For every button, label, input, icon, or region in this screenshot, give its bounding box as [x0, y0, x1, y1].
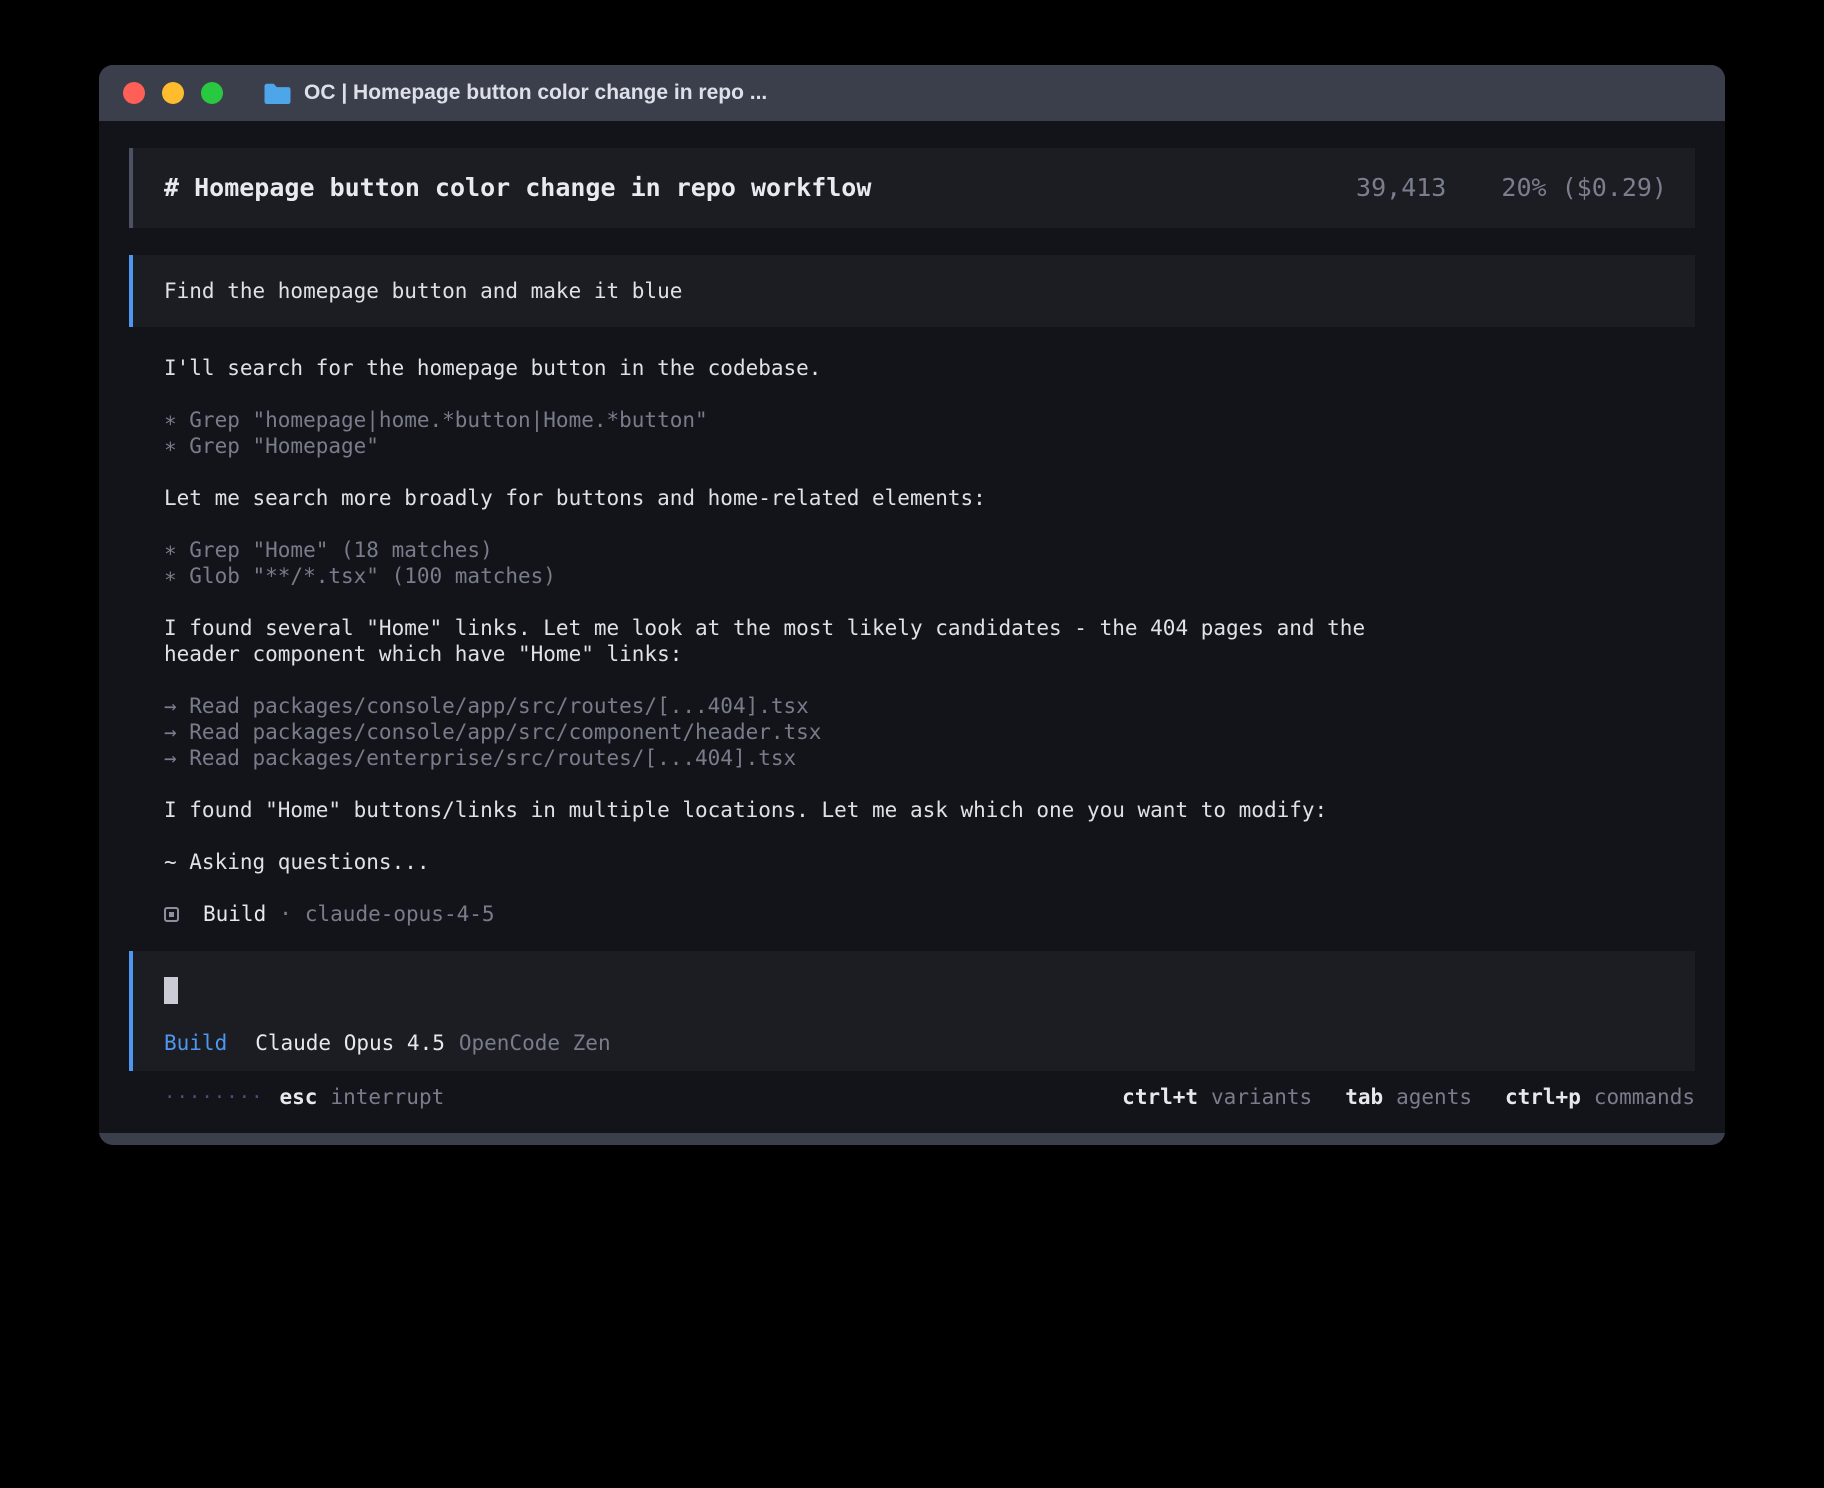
keybind-hint-commands: ctrl+p commands — [1505, 1084, 1695, 1110]
tool-calls: ∗ Grep "homepage|home.*button|Home.*butt… — [164, 407, 1695, 459]
window-title-group: OC | Homepage button color change in rep… — [263, 81, 767, 105]
keybind-key: ctrl+p — [1505, 1084, 1581, 1110]
session-stats: 39,413 20% ($0.29) — [1356, 173, 1667, 203]
esc-key-hint: esc — [280, 1084, 318, 1110]
terminal-window: OC | Homepage button color change in rep… — [99, 65, 1725, 1145]
tool-calls: ∗ Grep "Home" (18 matches) ∗ Glob "**/*.… — [164, 537, 1695, 589]
tool-call: ∗ Grep "Home" (18 matches) — [164, 537, 1695, 563]
agent-model: claude-opus-4-5 — [305, 901, 495, 927]
status-bar: ········ esc interrupt ctrl+t variants t… — [129, 1084, 1695, 1110]
keybind-key: tab — [1345, 1084, 1383, 1110]
input-model: Claude Opus 4.5 — [255, 1030, 445, 1056]
assistant-text: Let me search more broadly for buttons a… — [164, 485, 1429, 511]
keybind-hint-agents: tab agents — [1345, 1084, 1472, 1110]
context-cost: 20% ($0.29) — [1501, 173, 1667, 202]
tool-call: ∗ Grep "homepage|home.*button|Home.*butt… — [164, 407, 1695, 433]
terminal-content: # Homepage button color change in repo w… — [99, 121, 1725, 1133]
titlebar[interactable]: OC | Homepage button color change in rep… — [99, 65, 1725, 121]
agent-separator: · — [279, 901, 292, 927]
prompt-input[interactable]: Build Claude Opus 4.5 OpenCode Zen — [129, 951, 1695, 1071]
user-message-text: Find the homepage button and make it blu… — [164, 279, 682, 303]
keybind-hint-variants: ctrl+t variants — [1122, 1084, 1312, 1110]
user-message: Find the homepage button and make it blu… — [129, 255, 1695, 327]
folder-icon — [263, 82, 291, 105]
status-right: ctrl+t variants tab agents ctrl+p comman… — [1122, 1084, 1695, 1110]
dots-spinner: ········ — [164, 1084, 264, 1110]
agent-status-line: Build · claude-opus-4-5 — [164, 901, 1695, 927]
assistant-paragraph: I found several "Home" links. Let me loo… — [164, 615, 1695, 667]
close-button[interactable] — [123, 82, 145, 104]
assistant-paragraph: I'll search for the homepage button in t… — [164, 355, 1695, 381]
keybind-key: ctrl+t — [1122, 1084, 1198, 1110]
assistant-text: I found "Home" buttons/links in multiple… — [164, 797, 1429, 823]
keybind-label: variants — [1211, 1084, 1312, 1110]
assistant-text: I'll search for the homepage button in t… — [164, 355, 1429, 381]
window-bottom-edge — [99, 1133, 1725, 1145]
session-title: # Homepage button color change in repo w… — [164, 173, 871, 203]
keybind-label: agents — [1396, 1084, 1472, 1110]
read-call: → Read packages/console/app/src/componen… — [164, 719, 1695, 745]
assistant-text: I found several "Home" links. Let me loo… — [164, 615, 1429, 667]
traffic-lights — [123, 82, 223, 104]
esc-key-label: interrupt — [330, 1084, 444, 1110]
keybind-label: commands — [1594, 1084, 1695, 1110]
maximize-button[interactable] — [201, 82, 223, 104]
tool-call: ∗ Glob "**/*.tsx" (100 matches) — [164, 563, 1695, 589]
input-provider: OpenCode Zen — [459, 1030, 611, 1056]
assistant-paragraph: Let me search more broadly for buttons a… — [164, 485, 1695, 511]
window-title: OC | Homepage button color change in rep… — [304, 81, 767, 105]
tool-call: ∗ Grep "Homepage" — [164, 433, 1695, 459]
transcript: I'll search for the homepage button in t… — [129, 355, 1695, 927]
read-call: → Read packages/console/app/src/routes/[… — [164, 693, 1695, 719]
asking-questions-status: ~ Asking questions... — [164, 849, 1429, 875]
agent-name: Build — [203, 901, 266, 927]
square-dot-icon — [164, 907, 179, 922]
token-count: 39,413 — [1356, 173, 1446, 202]
input-footer: Build Claude Opus 4.5 OpenCode Zen — [164, 1030, 1667, 1056]
minimize-button[interactable] — [162, 82, 184, 104]
status-left: ········ esc interrupt — [164, 1084, 444, 1110]
input-mode-badge[interactable]: Build — [164, 1030, 227, 1056]
tool-calls: → Read packages/console/app/src/routes/[… — [164, 693, 1695, 771]
session-header: # Homepage button color change in repo w… — [129, 148, 1695, 228]
text-cursor — [164, 977, 178, 1004]
assistant-status: ~ Asking questions... — [164, 849, 1695, 875]
assistant-paragraph: I found "Home" buttons/links in multiple… — [164, 797, 1695, 823]
read-call: → Read packages/enterprise/src/routes/[.… — [164, 745, 1695, 771]
